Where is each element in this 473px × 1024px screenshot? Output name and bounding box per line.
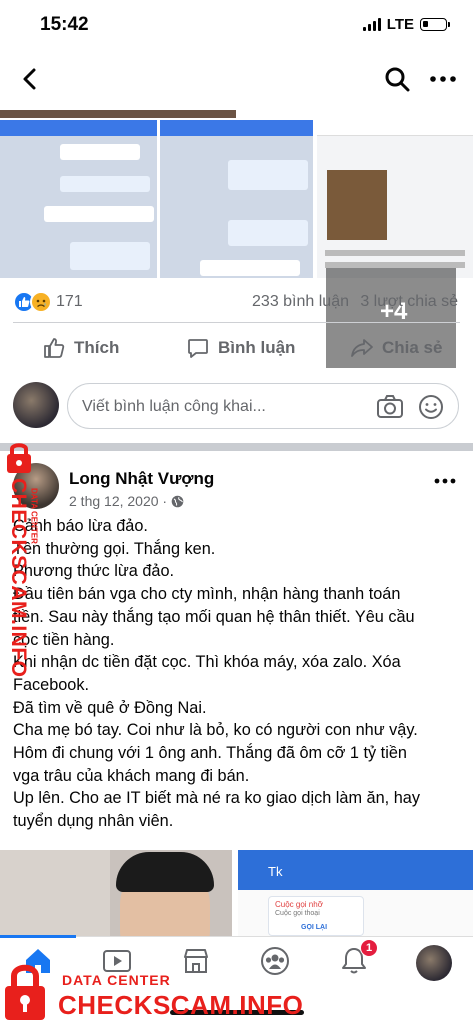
lock-watermark-icon [5,964,45,1020]
post-line: Khi nhận dc tiền đặt cọc. Thì khóa máy, … [13,653,401,672]
status-bar: 15:42 LTE [0,0,473,50]
post-line: tuyển dụng nhân viên. [13,812,174,831]
more-icon[interactable] [429,69,457,89]
feed-separator [0,443,473,451]
active-tab-indicator [0,935,76,938]
share-label: Chia sẻ [382,338,443,357]
share-count[interactable]: 3 lượt chia sẻ [360,293,458,311]
thumbs-up-icon [44,338,65,358]
watermark-bottom: DATA CENTER CHECKSCAM.INFO [0,940,304,1024]
camera-icon[interactable] [376,394,404,420]
status-time: 15:42 [40,14,89,35]
back-icon[interactable] [16,65,44,93]
post-photo-person[interactable] [0,850,232,936]
lock-watermark-icon [7,443,31,473]
post-line: vga trâu của khách mang đi bán. [13,766,250,785]
post-photo-chat[interactable]: Tk Cuộc gọi nhỡ Cuộc gọi thoại GỌI LẠI [238,850,473,936]
post-line: Đã tìm về quê ở Đồng Nai. [13,698,207,717]
call-back-label: GỌI LẠI [301,924,328,931]
like-label: Thích [74,338,120,357]
watermark-small-text: DATA CENTER [62,972,171,988]
post-line: cọc tiền hàng. [13,630,115,649]
comment-input[interactable]: Viết bình luận công khai... [67,383,459,429]
post-line: Hôm đi chung với 1 ông anh. Thắng đã ôm … [13,744,407,763]
post-photo-grid[interactable]: Tk Cuộc gọi nhỡ Cuộc gọi thoại GỌI LẠI [0,850,473,936]
share-icon [351,339,373,357]
post-stats: 171 233 bình luận 3 lượt chia sẻ [0,285,473,319]
post-line: Phương thức lừa đảo. [13,562,175,581]
post-line: Đầu tiên bán vga cho cty mình, nhận hàng… [13,585,401,604]
comment-button[interactable]: Bình luận [186,328,295,368]
comment-placeholder: Viết bình luận công khai... [82,398,266,415]
post-line: Up lên. Cho ae IT biết mà né ra ko giao … [13,789,420,808]
emoji-icon[interactable] [418,394,444,420]
watermark-big-text: CHECKSCAM.INFO [58,990,304,1020]
current-user-avatar[interactable] [13,382,59,428]
missed-call-card: Cuộc gọi nhỡ Cuộc gọi thoại GỌI LẠI [268,896,364,936]
notification-badge: 1 [360,939,378,957]
call-type-label: Cuộc gọi thoại [275,910,320,917]
watermark-vertical-small: DATA CENTER [29,488,39,544]
post-line: Tên thường gọi. Thắng ken. [13,539,216,558]
chat-screenshot-1[interactable] [0,120,157,278]
tab-profile[interactable] [416,945,452,981]
tab-notifications[interactable]: 1 [338,939,378,981]
post-meta: 2 thg 12, 2020 · [69,493,184,509]
missed-call-label: Cuộc gọi nhỡ [275,900,323,909]
post-body: Cảnh báo lừa đảo. Tên thường gọi. Thắng … [13,515,465,833]
comment-composer: Viết bình luận công khai... [0,380,473,436]
post-line: Facebook. [13,675,90,694]
author-name[interactable]: Long Nhật Vượng [69,469,214,489]
chat-preview-title: Tk [268,864,283,879]
post-line: Cha mẹ bó tay. Coi như là bỏ, ko có ngườ… [13,721,418,740]
share-button[interactable]: Chia sẻ [350,328,442,368]
signal-icon [362,18,381,31]
profile-avatar [416,945,452,981]
reaction-icons[interactable] [13,291,52,313]
post-actions: Thích Bình luận Chia sẻ [0,328,473,368]
search-icon[interactable] [383,65,411,93]
watermark-vertical: CHECKSCAM.INFO DATA CENTER [2,440,39,690]
post-options-icon[interactable] [433,473,457,489]
chat-screenshot-2[interactable] [160,120,313,278]
post-line: Cảnh báo lừa đảo. [13,517,148,535]
reaction-count[interactable]: 171 [56,293,83,311]
globe-icon [171,495,184,507]
like-button[interactable]: Thích [42,328,119,368]
comment-icon [188,339,208,358]
post-photo-grid[interactable]: +4 [0,110,473,368]
comment-count[interactable]: 233 bình luận [252,293,349,311]
photo-top-edge [0,110,236,118]
chat-screenshot-3[interactable] [317,120,473,278]
network-label: LTE [386,16,414,33]
comment-label: Bình luận [218,338,296,357]
divider [13,322,460,323]
sad-reaction-icon [30,291,52,313]
post-line: tiền. Sau này thắng tạo mối quan hệ thân… [13,607,415,626]
status-indicators: LTE [362,16,450,33]
battery-icon [420,18,450,31]
watermark-vertical-text: CHECKSCAM.INFO [7,478,30,678]
top-nav [0,55,473,105]
post-date[interactable]: 2 thg 12, 2020 · [69,493,167,509]
